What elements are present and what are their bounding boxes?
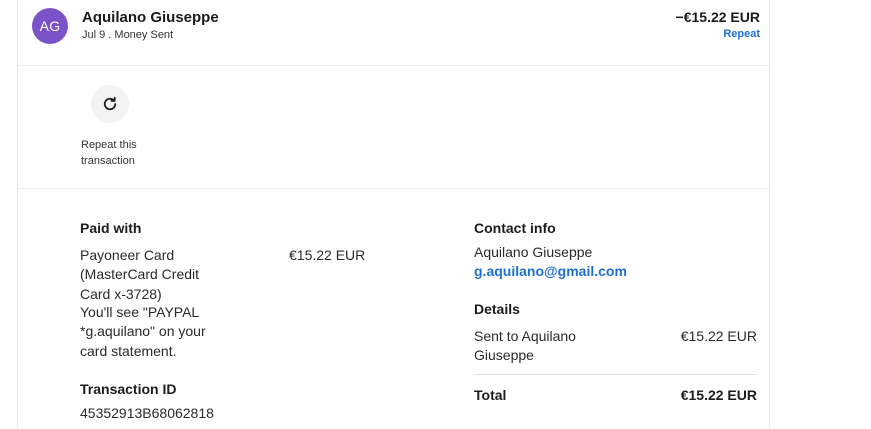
repeat-transaction-button[interactable] xyxy=(91,85,129,123)
details-amount: €15.22 EUR xyxy=(680,328,757,344)
total-label: Total xyxy=(474,387,507,403)
repeat-transaction-caption: Repeat this transaction xyxy=(81,139,137,167)
repeat-link[interactable]: Repeat xyxy=(723,28,760,40)
avatar-initials: AG xyxy=(39,18,61,34)
transaction-id-title: Transaction ID xyxy=(80,381,177,397)
transaction-date-type: Jul 9 . Money Sent xyxy=(82,29,174,41)
paid-amount: €15.22 EUR xyxy=(289,247,366,263)
contact-name: Aquilano Giuseppe xyxy=(474,244,593,260)
total-amount: €15.22 EUR xyxy=(680,387,757,403)
details-description: Sent to Aquilano Giuseppe xyxy=(474,328,576,364)
recipient-name: Aquilano Giuseppe xyxy=(82,9,219,26)
refresh-icon xyxy=(103,96,117,111)
payment-method: Payoneer Card (MasterCard Credit Card x-… xyxy=(80,247,200,302)
paid-with-title: Paid with xyxy=(80,220,142,236)
transaction-amount: −€15.22 EUR xyxy=(675,9,760,25)
divider xyxy=(474,374,757,375)
details-title: Details xyxy=(474,301,520,317)
avatar: AG xyxy=(32,8,68,44)
contact-info-title: Contact info xyxy=(474,220,556,236)
divider xyxy=(18,188,769,189)
contact-email-link[interactable]: g.aquilano@gmail.com xyxy=(474,263,627,279)
divider xyxy=(18,65,769,66)
statement-note: You'll see "PAYPAL *g.aquilano" on your … xyxy=(80,304,206,359)
transaction-detail-card: AG Aquilano Giuseppe Jul 9 . Money Sent … xyxy=(17,0,770,429)
transaction-id-value: 45352913B68062818 xyxy=(80,405,214,421)
